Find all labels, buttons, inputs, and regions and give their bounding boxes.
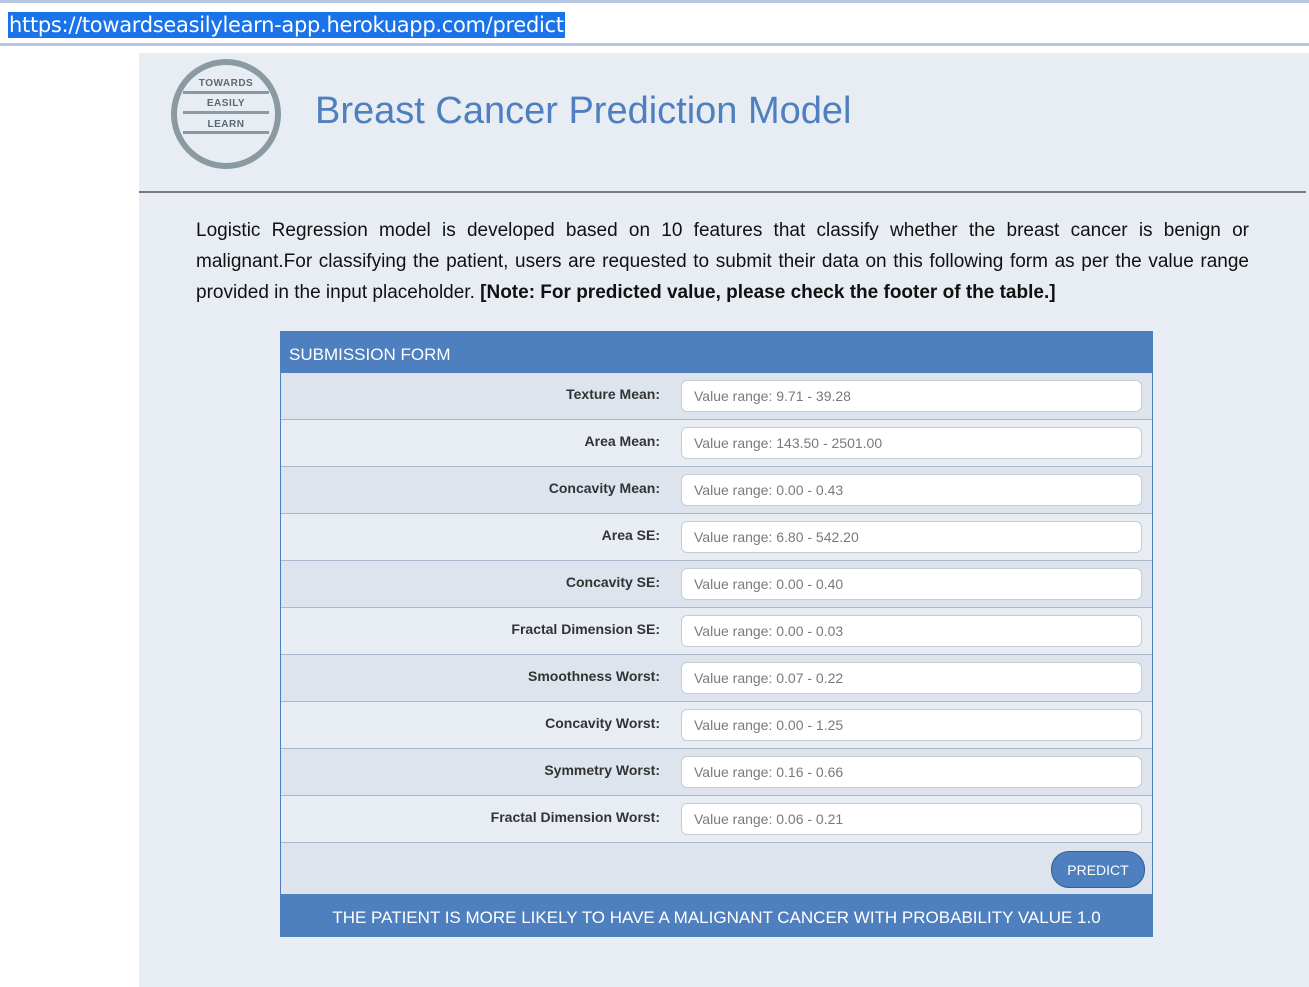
- page-header: TOWARDS EASILY LEARN Breast Cancer Predi…: [139, 53, 1306, 193]
- model-description: Logistic Regression model is developed b…: [196, 215, 1249, 308]
- concavity-se-input[interactable]: [681, 568, 1142, 600]
- form-title: SUBMISSION FORM: [281, 332, 1152, 373]
- field-label: Fractal Dimension SE:: [511, 621, 660, 637]
- logo-word-towards: TOWARDS: [198, 78, 254, 89]
- smoothness-worst-input[interactable]: [681, 662, 1142, 694]
- field-label: Texture Mean:: [566, 386, 660, 402]
- field-label: Concavity SE:: [565, 574, 660, 590]
- concavity-mean-input[interactable]: [681, 474, 1142, 506]
- logo-line: [183, 131, 269, 134]
- logo-line: [183, 111, 269, 114]
- field-label: Area SE:: [601, 527, 660, 543]
- field-label: Fractal Dimension Worst:: [490, 809, 660, 825]
- form-row-smoothness-worst: Smoothness Worst:: [281, 655, 1152, 702]
- address-bar[interactable]: https://towardseasilylearn-app.herokuapp…: [0, 0, 1309, 46]
- texture-mean-input[interactable]: [681, 380, 1142, 412]
- symmetry-worst-input[interactable]: [681, 756, 1142, 788]
- url-text[interactable]: https://towardseasilylearn-app.herokuapp…: [8, 12, 565, 38]
- form-row-symmetry-worst: Symmetry Worst:: [281, 749, 1152, 796]
- towards-easily-learn-logo: TOWARDS EASILY LEARN: [171, 59, 281, 169]
- fractal-dimension-worst-input[interactable]: [681, 803, 1142, 835]
- form-row-concavity-worst: Concavity Worst:: [281, 702, 1152, 749]
- submit-row: PREDICT: [281, 843, 1152, 895]
- form-row-texture-mean: Texture Mean:: [281, 373, 1152, 420]
- logo-line: [183, 91, 269, 94]
- predict-button[interactable]: PREDICT: [1051, 851, 1145, 888]
- area-mean-input[interactable]: [681, 427, 1142, 459]
- area-se-input[interactable]: [681, 521, 1142, 553]
- field-label: Concavity Worst:: [545, 715, 660, 731]
- field-label: Smoothness Worst:: [528, 668, 660, 684]
- concavity-worst-input[interactable]: [681, 709, 1142, 741]
- logo-word-easily: EASILY: [206, 98, 246, 109]
- prediction-result: THE PATIENT IS MORE LIKELY TO HAVE A MAL…: [281, 894, 1152, 936]
- form-row-area-se: Area SE:: [281, 514, 1152, 561]
- page-content: TOWARDS EASILY LEARN Breast Cancer Predi…: [139, 53, 1309, 987]
- form-row-fractal-dimension-worst: Fractal Dimension Worst:: [281, 796, 1152, 843]
- fractal-dimension-se-input[interactable]: [681, 615, 1142, 647]
- description-note: [Note: For predicted value, please check…: [480, 282, 1056, 303]
- form-row-concavity-se: Concavity SE:: [281, 561, 1152, 608]
- form-row-concavity-mean: Concavity Mean:: [281, 467, 1152, 514]
- submission-form: SUBMISSION FORM Texture Mean: Area Mean:…: [280, 331, 1153, 937]
- field-label: Concavity Mean:: [548, 480, 660, 496]
- page-title: Breast Cancer Prediction Model: [315, 90, 852, 132]
- field-label: Symmetry Worst:: [544, 762, 660, 778]
- logo-word-learn: LEARN: [207, 119, 245, 130]
- field-label: Area Mean:: [584, 433, 660, 449]
- form-row-fractal-dimension-se: Fractal Dimension SE:: [281, 608, 1152, 655]
- form-row-area-mean: Area Mean:: [281, 420, 1152, 467]
